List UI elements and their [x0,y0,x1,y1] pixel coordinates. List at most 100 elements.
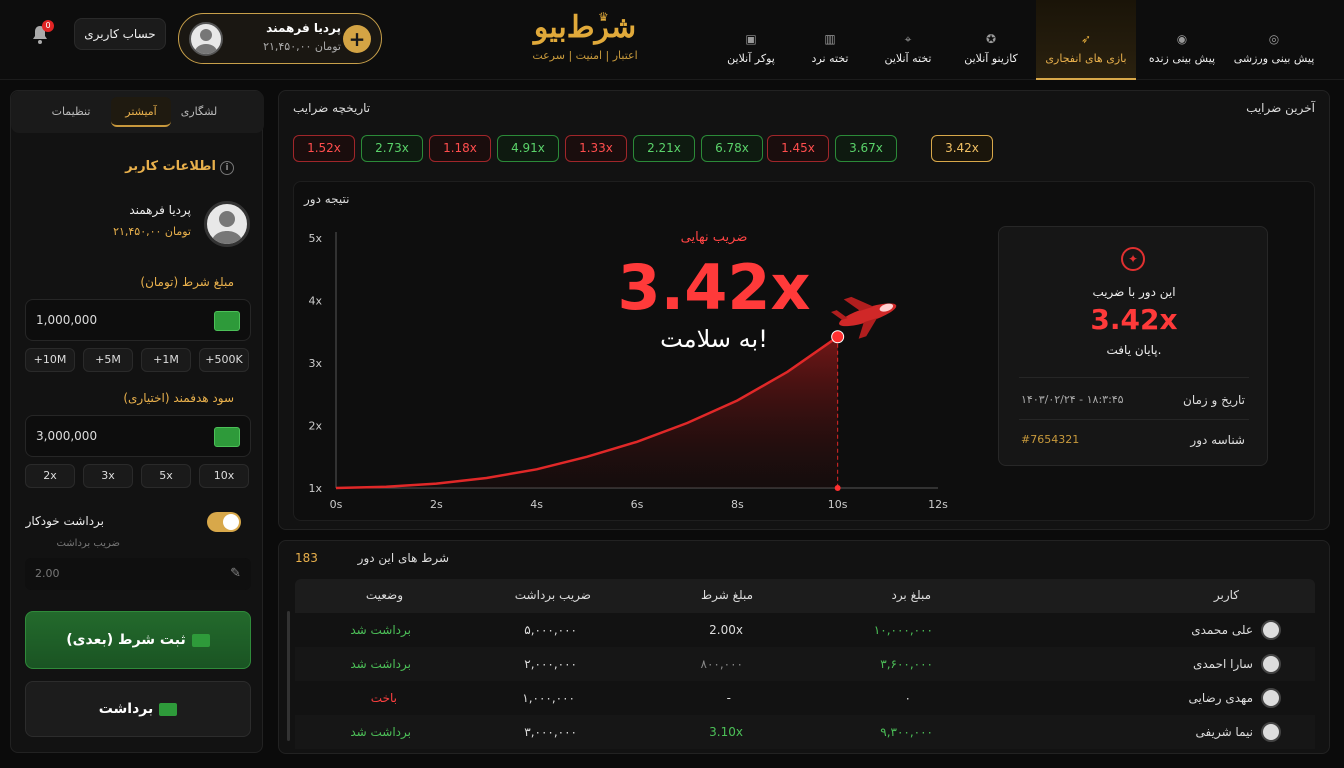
table-row[interactable]: نیما شریفی ۹,۳۰۰,۰۰۰ 3.10x ۳,۰۰۰,۰۰۰ برد… [295,715,1315,749]
cell-status: برداشت شد [350,657,411,671]
y-tick-label: 2x [308,420,322,433]
chip-3x[interactable]: 3x [83,464,133,488]
user-info-title-text: اطلاعات کاربر [125,159,216,174]
nav-label: پیش بینی زنده [1148,52,1216,65]
divider [1019,377,1249,378]
nav-sports[interactable]: ◎ پیش بینی ورزشی [1228,0,1320,80]
nav-label: بازی های انفجاری [1045,52,1127,65]
chip-500k[interactable]: +500K [199,348,249,372]
scrollbar[interactable] [287,611,290,741]
bets-panel: شرط های این دور 183 کاربر مبلغ برد مبلغ … [278,540,1330,754]
place-bet-button[interactable]: ثبت شرط (بعدی) [25,611,251,669]
y-tick-label: 1x [308,482,322,495]
table-header: کاربر مبلغ برد مبلغ شرط ضریب برداشت وضعی… [295,579,1315,613]
history-pill[interactable]: 2.21x [633,135,695,162]
table-row[interactable]: سارا احمدی ۳,۶۰۰,۰۰۰ ۸۰۰,۰۰۰ ۲,۰۰۰,۰۰۰ ب… [295,647,1315,681]
round-chart: نتیجه دور 1x 2x 3x 4x 5x 0s 2s 4s 6s 8s 10s 12s ضری… [293,181,1315,521]
cards-icon: ▣ [745,32,757,46]
nav-live[interactable]: ◉ پیش بینی زنده [1140,0,1224,80]
info-line2: پایان یافت. [1106,343,1162,357]
pencil-icon[interactable]: ✎ [230,566,241,581]
live-icon: ◉ [1176,32,1188,46]
chip-10m[interactable]: +10M [25,348,75,372]
user-info-title: اطلاعات کاربر i [125,159,234,175]
avatar [204,201,250,247]
cell-bet: 2.00x [709,623,743,637]
history-pill[interactable]: 3.67x [835,135,897,162]
account-button[interactable]: حساب کاربری [74,18,166,50]
wallet-card[interactable]: پردیا فرهمند ۲۱,۴۵۰,۰۰ تومان + [178,13,382,64]
history-pill[interactable]: 1.52x [293,135,355,162]
top-bar: 0 حساب کاربری پردیا فرهمند ۲۱,۴۵۰,۰۰ توم… [0,0,1344,80]
wallet-balance: ۲۱,۴۵۰,۰۰ تومان [263,40,341,53]
history-pill[interactable]: 2.73x [361,135,423,162]
cell-multiplier: ۲,۰۰۰,۰۰۰ [524,657,577,671]
table-row[interactable]: علی محمدی ۱۰,۰۰۰,۰۰۰ 2.00x ۵,۰۰۰,۰۰۰ برد… [295,613,1315,647]
nav-label: پوکر آنلاین [727,52,775,65]
round-info-card: ✦ این دور با ضریب 3.42x پایان یافت. تاری… [998,226,1268,466]
last-multipliers-title: آخرین ضرایب [1246,101,1315,115]
tab-third[interactable]: لشگاری [169,97,229,127]
cashout-button[interactable]: برداشت [25,681,251,737]
tab-settings[interactable]: تنظیمات [41,97,101,127]
nav-poker[interactable]: ▣ پوکر آنلاین [716,0,786,80]
cell-status: برداشت شد [350,623,411,637]
datetime-value: ۱۴۰۳/۰۲/۲۴ - ۱۸:۳:۴۵ [1021,393,1124,406]
bet-amount-label: مبلغ شرط (تومان) [140,275,234,289]
crown-icon: ♛ [598,10,609,24]
cell-win: ۳,۶۰۰,۰۰۰ [880,657,933,671]
cell-win: ۱۰,۰۰۰,۰۰۰ [873,623,933,637]
history-pill[interactable]: 1.45x [767,135,829,162]
history-title: تاریخچه ضرایب [293,101,371,115]
amount-chips: +10M +5M +1M +500K [25,348,251,372]
money-icon [214,427,240,447]
history-pill[interactable]: 1.33x [565,135,627,162]
x-tick-label: 12s [928,498,948,511]
x-tick-label: 8s [731,498,744,511]
bets-title: شرط های این دور [357,551,449,565]
table-row[interactable]: مهدی رضایی ۰ - ۱,۰۰۰,۰۰۰ باخت [295,681,1315,715]
info-multiplier: 3.42x [1090,303,1178,336]
add-funds-button[interactable]: + [343,25,371,53]
cell-user: علی محمدی [1191,623,1253,637]
final-multiplier-value: 3.42x [617,251,811,324]
chip-5m[interactable]: +5M [83,348,133,372]
nav-crash-games[interactable]: ➶ بازی های انفجاری [1036,0,1136,80]
auto-cashout-toggle[interactable] [207,512,241,532]
money-icon [159,702,178,716]
chip-5x[interactable]: 5x [141,464,191,488]
cell-status: برداشت شد [350,725,411,739]
logo[interactable]: ♛ شرط‌بیو اعتبار | امنیت | سرعت [520,8,650,74]
cell-bet: ۸۰۰,۰۰۰ [700,657,744,671]
x-tick-label: 10s [828,498,848,511]
chip-10x[interactable]: 10x [199,464,249,488]
cell-status: باخت [370,691,397,705]
round-id-value[interactable]: #7654321 [1021,433,1079,446]
money-icon [214,311,240,331]
cell-user: مهدی رضایی [1188,691,1253,705]
history-pill[interactable]: 1.18x [429,135,491,162]
bets-count: 183 [295,551,318,565]
history-pill[interactable]: 4.91x [497,135,559,162]
ball-icon: ◎ [1268,32,1280,46]
auto-cashout-field[interactable]: 2.00 ✎ [25,558,251,590]
final-multiplier-label: ضریب نهایی [680,230,748,245]
chip-2x[interactable]: 2x [25,464,75,488]
column-header: ضریب برداشت [514,588,591,602]
nav-board-online[interactable]: ⌖ تخته آنلاین [874,0,942,80]
tab-active[interactable]: آمیشتر [111,97,171,127]
history-pill-current[interactable]: 3.42x [931,135,993,162]
area-fill [336,336,838,488]
info-icon: i [220,161,234,175]
history-pill[interactable]: 6.78x [701,135,763,162]
target-field[interactable]: 3,000,000 [25,415,251,457]
toggle-knob [223,514,239,530]
cell-multiplier: ۳,۰۰۰,۰۰۰ [524,725,577,739]
bet-amount-field[interactable]: 1,000,000 [25,299,251,341]
x-tick-label: 6s [631,498,644,511]
cell-user: سارا احمدی [1192,657,1253,671]
nav-backgammon[interactable]: ▥ تخته نرد [800,0,860,80]
chip-1m[interactable]: +1M [141,348,191,372]
nav-casino[interactable]: ✪ کازینو آنلاین [954,0,1028,80]
user-name: پردیا فرهمند [129,203,191,217]
